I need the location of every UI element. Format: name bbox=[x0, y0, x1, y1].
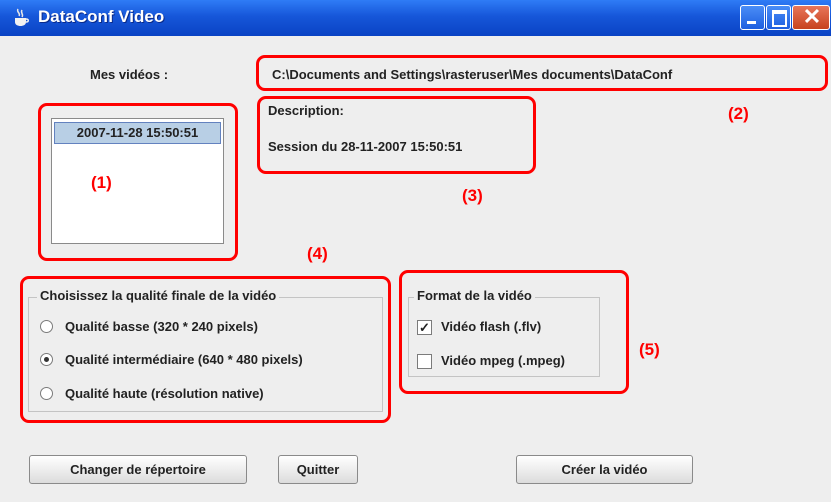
change-directory-button[interactable]: Changer de répertoire bbox=[29, 455, 247, 484]
annotation-box-4 bbox=[20, 276, 391, 423]
annotation-box-3 bbox=[257, 96, 536, 174]
window-title: DataConf Video bbox=[38, 7, 165, 26]
close-icon: ✕ bbox=[802, 4, 822, 29]
annotation-label-2: (2) bbox=[728, 104, 749, 123]
title-bar[interactable]: DataConf Video ✕ bbox=[0, 0, 831, 36]
minimize-button[interactable] bbox=[740, 5, 765, 30]
quit-button[interactable]: Quitter bbox=[278, 455, 358, 484]
java-cup-icon bbox=[15, 8, 29, 26]
annotation-box-5 bbox=[399, 270, 629, 394]
annotation-label-1: (1) bbox=[91, 173, 112, 192]
annotation-label-5: (5) bbox=[639, 340, 660, 359]
close-button[interactable]: ✕ bbox=[792, 4, 830, 30]
create-video-button[interactable]: Créer la vidéo bbox=[516, 455, 693, 484]
videos-label: Mes vidéos : bbox=[90, 67, 169, 82]
annotation-box-2 bbox=[256, 55, 828, 91]
annotation-label-4: (4) bbox=[307, 244, 328, 263]
maximize-button[interactable] bbox=[766, 5, 791, 30]
annotation-label-3: (3) bbox=[462, 186, 483, 205]
annotation-box-1 bbox=[38, 103, 238, 261]
app-window: DataConf Video ✕ Mes vidéos : C:\Documen… bbox=[0, 0, 831, 502]
